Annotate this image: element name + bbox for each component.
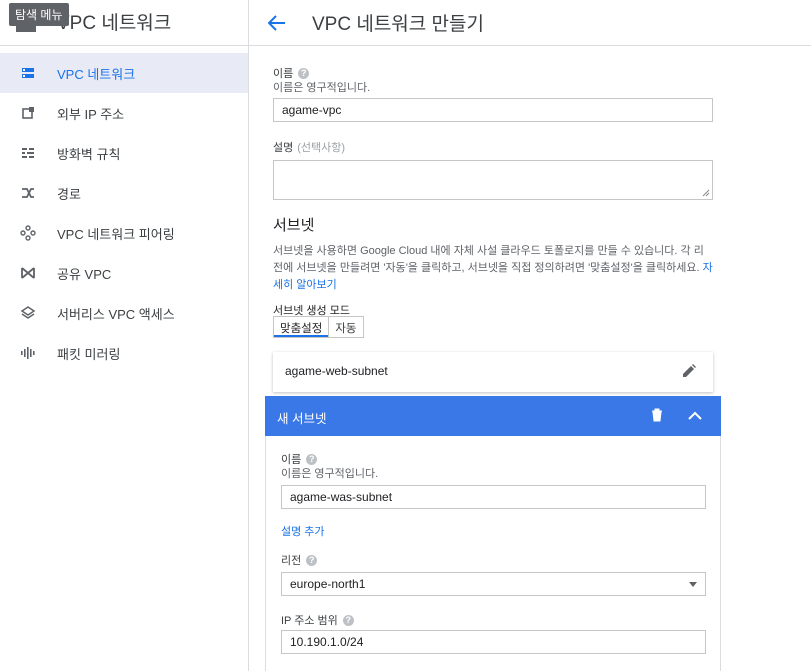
back-button[interactable] <box>265 11 289 35</box>
page-header: VPC 네트워크 만들기 <box>249 0 811 46</box>
sidebar-item-label: 패킷 미러링 <box>57 346 121 362</box>
sidebar-nav: VPC 네트워크 외부 IP 주소 방화벽 규칙 경로 VPC 네트워크 피어링 <box>0 46 248 373</box>
subnet-name-input[interactable]: agame-was-subnet <box>281 485 706 509</box>
firewall-icon <box>0 145 56 161</box>
ip-range-label-text: IP 주소 범위 <box>281 615 338 627</box>
edit-icon[interactable] <box>681 363 697 379</box>
main-content: 이름 ? 이름은 영구적입니다. agame-vpc 설명 (선택사항) 서브넷… <box>249 47 811 671</box>
help-icon[interactable]: ? <box>342 614 354 626</box>
sidebar-item-routes[interactable]: 경로 <box>0 173 248 213</box>
region-label-text: 리전 <box>281 555 302 567</box>
region-value: europe-north1 <box>290 577 366 591</box>
vpc-network-icon <box>0 65 56 81</box>
sidebar-item-label: 경로 <box>57 186 81 202</box>
sidebar: VPC 네트워크 탐색 메뉴 VPC 네트워크 외부 IP 주소 방화벽 규칙 <box>0 0 249 671</box>
sidebar-title: VPC 네트워크 <box>57 13 172 34</box>
chevron-up-icon[interactable] <box>685 406 705 426</box>
new-subnet-body: 이름 ? 이름은 영구적입니다. agame-was-subnet 설명 추가 … <box>265 436 721 671</box>
delete-icon[interactable] <box>649 407 665 423</box>
description-label-text: 설명 <box>273 142 294 154</box>
sidebar-item-shared-vpc[interactable]: 공유 VPC <box>0 253 248 293</box>
region-select[interactable]: europe-north1 <box>281 572 706 596</box>
subnets-title: 서브넷 <box>273 217 315 234</box>
sidebar-item-packet-mirroring[interactable]: 패킷 미러링 <box>0 333 248 373</box>
dropdown-arrow-icon <box>689 582 697 587</box>
resize-handle-icon[interactable] <box>702 189 710 197</box>
ip-range-label: IP 주소 범위 ? <box>281 612 354 628</box>
description-label: 설명 (선택사항) <box>273 139 345 155</box>
packet-mirroring-icon <box>0 345 56 361</box>
help-icon[interactable]: ? <box>306 554 318 566</box>
help-icon[interactable]: ? <box>306 453 318 465</box>
serverless-icon <box>0 305 56 321</box>
arrow-back-icon <box>268 14 285 31</box>
subnet-mode-toggle: 맞춤설정 자동 <box>273 316 364 338</box>
sidebar-header: VPC 네트워크 탐색 메뉴 <box>0 0 248 46</box>
name-hint: 이름은 영구적입니다. <box>273 82 371 94</box>
external-ip-icon <box>0 105 56 121</box>
mode-auto-button[interactable]: 자동 <box>328 317 362 337</box>
sidebar-item-peering[interactable]: VPC 네트워크 피어링 <box>0 213 248 253</box>
existing-subnet-name: agame-web-subnet <box>285 364 388 378</box>
routes-icon <box>0 185 56 201</box>
optional-text: (선택사항) <box>297 142 346 154</box>
add-description-link[interactable]: 설명 추가 <box>281 523 325 539</box>
nav-menu-tooltip: 탐색 메뉴 <box>9 3 69 26</box>
mode-custom-button[interactable]: 맞춤설정 <box>274 317 329 337</box>
peering-icon <box>0 225 56 241</box>
sidebar-item-label: VPC 네트워크 <box>57 66 136 82</box>
sidebar-item-label: 서버리스 VPC 액세스 <box>57 306 175 322</box>
region-label: 리전 ? <box>281 552 318 568</box>
existing-subnet-card[interactable]: agame-web-subnet <box>273 352 713 392</box>
subnets-desc-text: 서브넷을 사용하면 Google Cloud 내에 자체 사설 클라우드 토폴로… <box>273 245 704 274</box>
sidebar-item-vpc-network[interactable]: VPC 네트워크 <box>0 53 248 93</box>
help-icon[interactable]: ? <box>298 67 310 79</box>
new-subnet-header: 새 서브넷 <box>265 396 721 436</box>
sidebar-item-label: 공유 VPC <box>57 266 112 282</box>
ip-range-input[interactable]: 10.190.1.0/24 <box>281 630 706 654</box>
new-subnet-title: 새 서브넷 <box>277 412 327 426</box>
shared-vpc-icon <box>0 265 56 281</box>
subnet-name-hint: 이름은 영구적입니다. <box>281 468 379 480</box>
subnets-description: 서브넷을 사용하면 Google Cloud 내에 자체 사설 클라우드 토폴로… <box>273 243 713 294</box>
description-textarea[interactable] <box>273 160 713 200</box>
network-name-input[interactable]: agame-vpc <box>273 98 713 122</box>
sidebar-item-firewall[interactable]: 방화벽 규칙 <box>0 133 248 173</box>
page-title: VPC 네트워크 만들기 <box>312 14 484 35</box>
sidebar-item-label: VPC 네트워크 피어링 <box>57 226 175 242</box>
sidebar-item-serverless-vpc[interactable]: 서버리스 VPC 액세스 <box>0 293 248 333</box>
sidebar-item-label: 외부 IP 주소 <box>57 106 125 122</box>
sidebar-item-external-ip[interactable]: 외부 IP 주소 <box>0 93 248 133</box>
sidebar-item-label: 방화벽 규칙 <box>57 146 121 162</box>
